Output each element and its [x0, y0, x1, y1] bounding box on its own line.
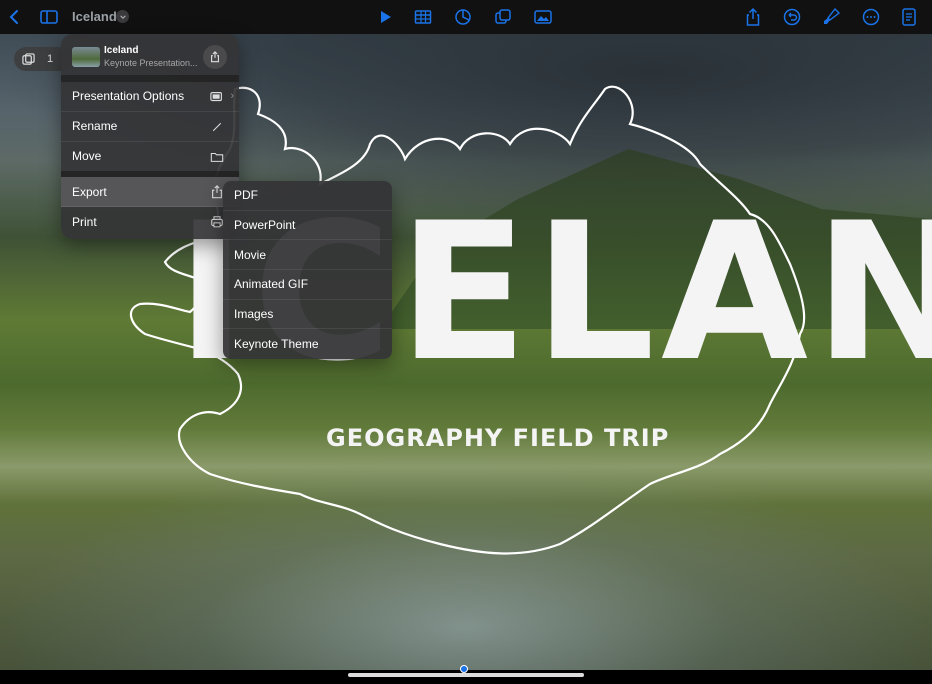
chevron-down-icon[interactable] [116, 10, 129, 23]
export-option-images[interactable]: Images [223, 300, 392, 330]
undo-icon[interactable] [781, 6, 803, 28]
slide-subtitle[interactable]: GEOGRAPHY FIELD TRIP [326, 424, 669, 452]
chart-icon[interactable] [452, 6, 474, 28]
document-thumbnail [72, 47, 100, 67]
menu-item-print[interactable]: Print [61, 207, 239, 237]
document-menu: Iceland Keynote Presentation... Presenta… [61, 34, 239, 239]
scroll-indicator [460, 665, 468, 673]
media-icon[interactable] [532, 6, 554, 28]
export-submenu: PDF PowerPoint Movie Animated GIF Images… [223, 181, 392, 359]
menu-item-label: Print [72, 215, 97, 230]
menu-item-label: Presentation Options [72, 89, 185, 104]
slides-icon [22, 52, 35, 65]
presentation-icon [209, 89, 225, 105]
table-icon[interactable] [412, 6, 434, 28]
export-option-keynote-theme[interactable]: Keynote Theme [223, 329, 392, 359]
shapes-icon[interactable] [492, 6, 514, 28]
menu-document-subtitle: Keynote Presentation... [104, 58, 198, 68]
menu-item-rename[interactable]: Rename [61, 112, 239, 142]
back-icon[interactable] [4, 6, 26, 28]
menu-item-move[interactable]: Move [61, 142, 239, 172]
menu-item-label: Rename [72, 119, 118, 134]
more-icon[interactable] [860, 6, 882, 28]
share-document-button[interactable] [203, 45, 227, 69]
folder-icon [209, 149, 225, 165]
home-indicator[interactable] [348, 673, 584, 677]
document-title[interactable]: Iceland [72, 9, 117, 24]
export-option-powerpoint[interactable]: PowerPoint [223, 211, 392, 241]
menu-item-export[interactable]: Export [61, 177, 239, 208]
menu-item-label: Export [72, 184, 107, 199]
chevron-right-icon: › [230, 90, 234, 102]
menu-header: Iceland Keynote Presentation... [61, 34, 239, 82]
export-option-pdf[interactable]: PDF [223, 181, 392, 211]
share-icon[interactable] [742, 6, 764, 28]
menu-item-label: Move [72, 149, 102, 164]
share-icon [211, 51, 219, 63]
format-brush-icon[interactable] [820, 6, 842, 28]
menu-item-presentation-options[interactable]: Presentation Options › [61, 82, 239, 112]
top-toolbar: Iceland [0, 0, 932, 34]
export-option-movie[interactable]: Movie [223, 240, 392, 271]
menu-document-title: Iceland [104, 45, 139, 56]
pencil-icon [209, 119, 225, 135]
sidebar-icon[interactable] [38, 6, 60, 28]
export-option-animated-gif[interactable]: Animated GIF [223, 270, 392, 300]
slide-count: 1 [47, 53, 54, 65]
play-icon[interactable] [374, 6, 396, 28]
document-setup-icon[interactable] [898, 6, 920, 28]
